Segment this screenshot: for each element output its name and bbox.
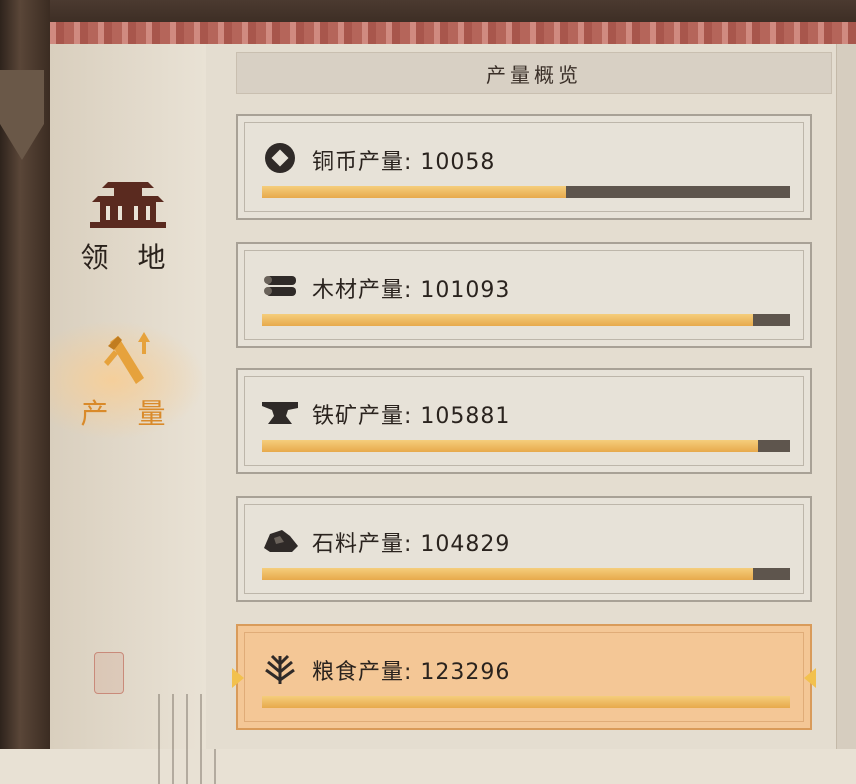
right-panel-edge [836,44,856,749]
production-card-wood[interactable]: 木材产量: 101093 [236,242,812,348]
progress-bar [262,568,790,580]
progress-fill [262,186,566,198]
production-label: 木材产量: 101093 [312,278,511,303]
production-label: 铜币产量: 10058 [312,150,496,175]
selection-arrow-left-icon [232,668,244,688]
sidebar-item-label: 产 量 [80,397,176,430]
stone-icon [264,530,298,552]
progress-bar [262,314,790,326]
wood-icon [264,276,296,296]
selection-arrow-right-icon [804,668,816,688]
page-title: 产量概览 [486,62,582,87]
grain-icon [265,654,295,684]
progress-bar [262,186,790,198]
palace-icon [90,182,166,228]
production-card-iron[interactable]: 铁矿产量: 105881 [236,368,812,474]
header-bar: 产量概览 [236,52,832,94]
top-fringe-decoration [40,22,856,46]
progress-fill [262,696,790,708]
progress-bar [262,696,790,708]
sidebar: 领 地 产 量 [50,44,220,784]
sidebar-item-territory[interactable]: 领 地 [50,164,206,284]
production-label: 粮食产量: 123296 [312,660,511,685]
production-card-copper[interactable]: 铜币产量: 10058 [236,114,812,220]
progress-fill [262,440,759,452]
production-icon [104,332,150,384]
anvil-icon [262,402,298,424]
production-label: 铁矿产量: 105881 [312,404,511,429]
sidebar-item-label: 领 地 [80,241,176,274]
production-label: 石料产量: 104829 [312,532,511,557]
sidebar-item-production[interactable]: 产 量 [50,320,206,440]
progress-fill [262,314,754,326]
red-seal-stamp [94,652,124,694]
coin-icon [265,143,295,173]
progress-bar [262,440,790,452]
production-card-grain[interactable]: 粮食产量: 123296 [236,624,812,730]
progress-fill [262,568,754,580]
production-card-stone[interactable]: 石料产量: 104829 [236,496,812,602]
